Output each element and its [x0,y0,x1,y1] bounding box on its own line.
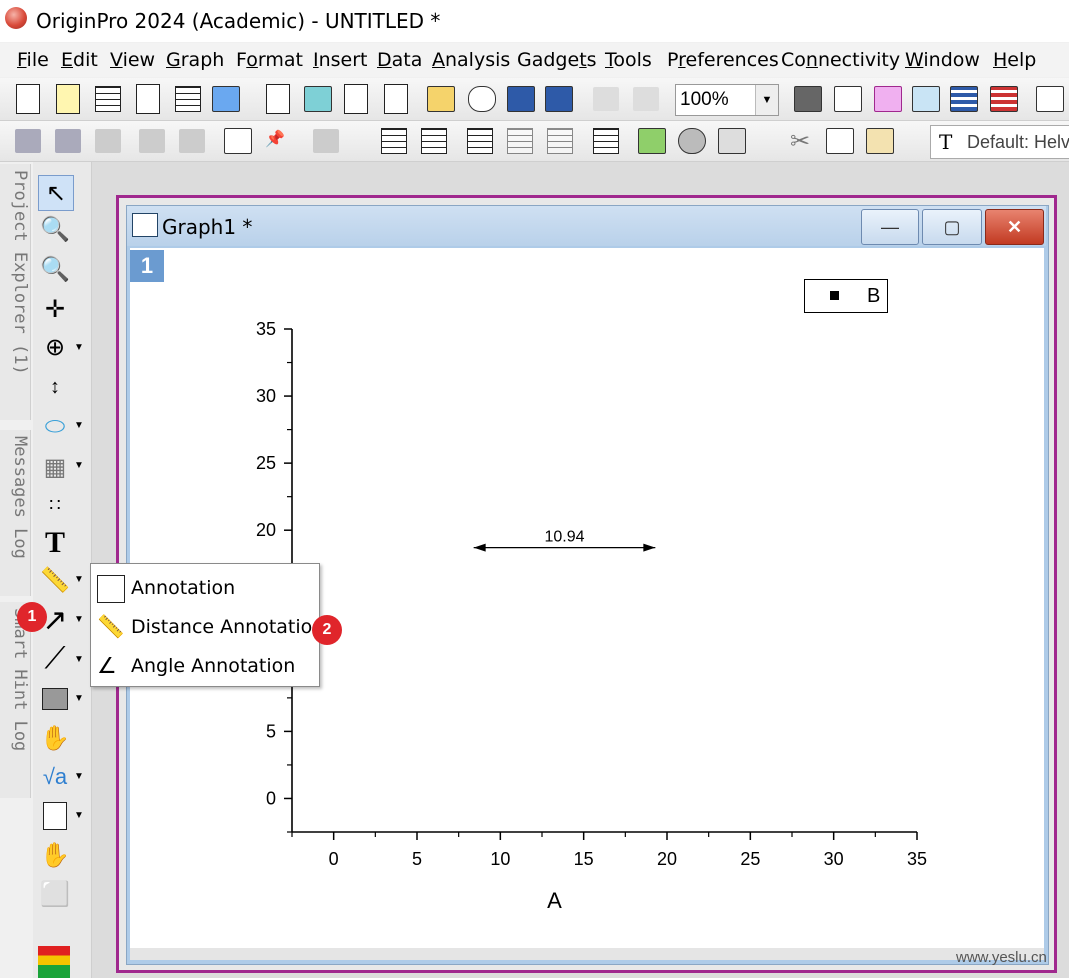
y-tick-label: 35 [256,319,276,339]
y-tick-label: 25 [256,453,276,473]
y-tick-label: 0 [266,788,276,808]
annotation-popup-menu: Annotation 📏 Distance Annotation ∠ Angle… [90,563,324,687]
watermark: www.yeslu.cn [956,949,1047,966]
distance-arrowhead-left [473,543,486,552]
plot-area[interactable]: 0510152025303505101520253035A10.94 [0,0,1069,978]
x-axis-title: A [547,888,562,913]
distance-arrowhead-right [643,543,656,552]
legend-label: B [867,285,881,307]
y-tick-label: 5 [266,721,276,741]
x-tick-label: 0 [329,849,339,869]
x-tick-label: 20 [657,849,677,869]
menu-item-annotation[interactable]: Annotation [131,577,235,599]
annotation-icon [97,575,125,603]
legend[interactable]: B [804,279,888,313]
x-tick-label: 15 [574,849,594,869]
x-tick-label: 35 [907,849,927,869]
y-tick-label: 20 [256,520,276,540]
x-tick-label: 25 [740,849,760,869]
legend-square-symbol [830,291,839,300]
distance-ruler-icon: 📏 [97,614,125,639]
angle-icon: ∠ [97,653,117,678]
x-tick-label: 30 [824,849,844,869]
x-tick-label: 5 [412,849,422,869]
step-badge-1: 1 [17,602,47,632]
menu-item-angle-annotation[interactable]: Angle Annotation [131,655,295,677]
menu-item-distance-annotation[interactable]: Distance Annotation [131,616,324,638]
step-badge-2: 2 [312,615,342,645]
y-tick-label: 30 [256,386,276,406]
distance-annotation-label: 10.94 [544,529,584,546]
x-tick-label: 10 [490,849,510,869]
